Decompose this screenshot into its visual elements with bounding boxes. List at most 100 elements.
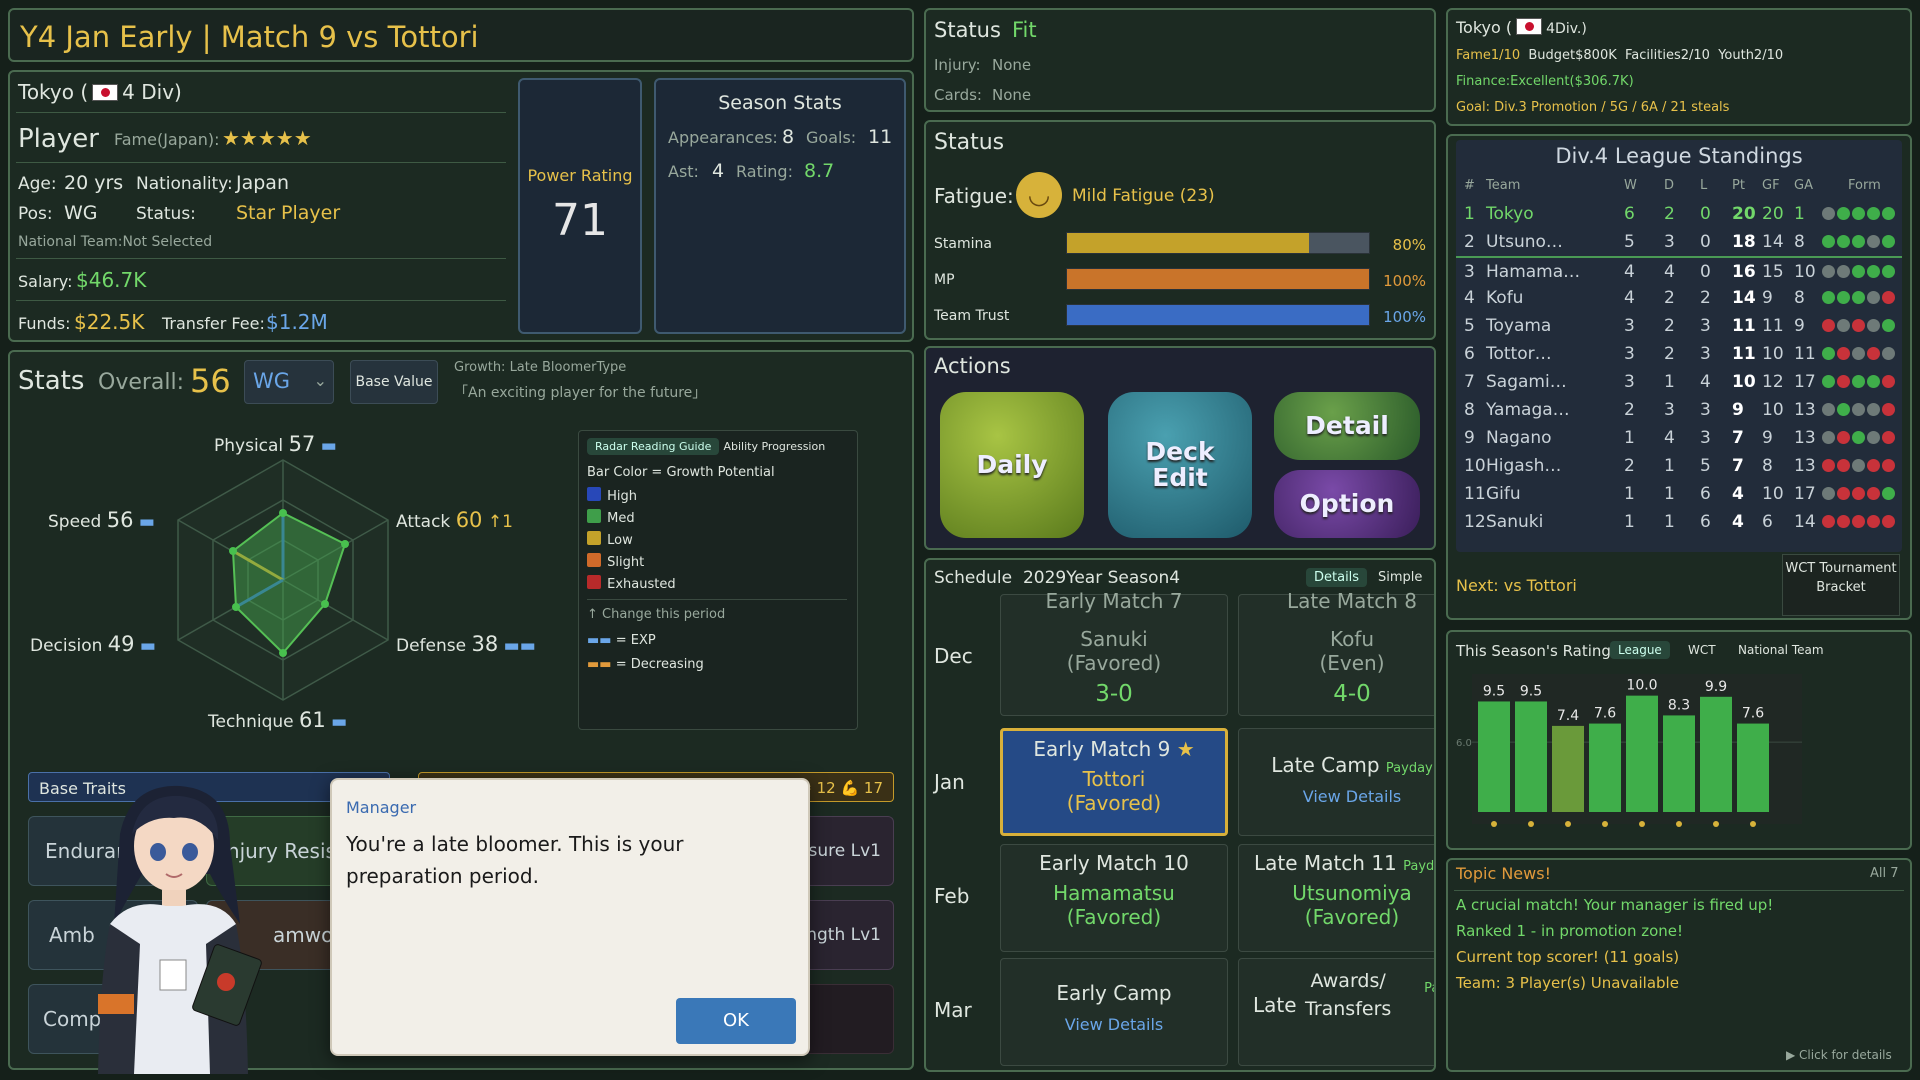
- table-row[interactable]: 10 Higash… 2 1 5 7 8 13: [1456, 452, 1902, 480]
- rating-bar: [1589, 723, 1621, 812]
- rating-bar-label: 10.0: [1626, 678, 1657, 694]
- table-row[interactable]: 2 Utsuno… 5 3 0 18 14 8: [1456, 228, 1902, 256]
- tab-details[interactable]: Details: [1306, 568, 1368, 587]
- standings-header: # Team W D L Pt GF GA Form: [1456, 178, 1902, 198]
- news-more-link[interactable]: ▶ Click for details: [1786, 1048, 1892, 1062]
- tab-wct[interactable]: WCT: [1688, 643, 1716, 657]
- age-value: 20 yrs: [64, 172, 124, 194]
- standings-col-gf: GF: [1762, 178, 1780, 193]
- table-row[interactable]: 12 Sanuki 1 1 6 4 6 14: [1456, 508, 1902, 536]
- schedule-cell-dec-late[interactable]: Late Match 8 Kofu (Even) 4-0: [1238, 589, 1434, 716]
- loss-icon: [1837, 459, 1850, 472]
- standings-cell: 10: [1762, 344, 1784, 364]
- tab-ability-progression[interactable]: Ability Progression: [723, 440, 825, 453]
- standings-cell: 9: [1794, 316, 1805, 336]
- nationality-value: Japan: [236, 172, 289, 194]
- win-icon: [1882, 265, 1895, 278]
- schedule-cell-mar-late[interactable]: Late Awards/Transfers Payday: [1238, 958, 1434, 1066]
- month-feb: Feb: [934, 884, 970, 908]
- rating-bar-label: 9.5: [1520, 683, 1542, 699]
- standings-cell: 3: [1664, 232, 1675, 252]
- rating-bar-chart: 6.0 9.5 9.5 7.4 7.6 10.0 8.3 9.9 7.6: [1456, 674, 1802, 827]
- radar-legend: Radar Reading Guide Ability Progression …: [578, 430, 858, 730]
- position-select[interactable]: WG ⌄: [244, 360, 334, 404]
- table-row[interactable]: 8 Yamaga… 2 3 3 9 10 13: [1456, 396, 1902, 424]
- standings-cell: 9: [1732, 400, 1744, 420]
- schedule-cell-feb-early[interactable]: Early Match 10 Hamamatsu (Favored): [1000, 844, 1228, 952]
- win-icon: [1822, 347, 1835, 360]
- loss-icon: [1882, 403, 1895, 416]
- daily-button[interactable]: Daily: [940, 392, 1084, 538]
- deck-edit-button[interactable]: Deck Edit: [1108, 392, 1252, 538]
- standings-cell: 5: [1464, 316, 1475, 336]
- dialog-message: You're a late bloomer. This is your prep…: [346, 832, 684, 888]
- news-item[interactable]: Current top scorer! (11 goals): [1456, 948, 1679, 966]
- standings-cell: 14: [1732, 288, 1756, 308]
- form-dots: [1822, 396, 1897, 424]
- loss-icon: [1837, 375, 1850, 388]
- loss-icon: [1867, 515, 1880, 528]
- schedule-cell-mar-early[interactable]: Early Camp View Details: [1000, 958, 1228, 1066]
- table-row[interactable]: 7 Sagami… 3 1 4 10 12 17: [1456, 368, 1902, 396]
- rating-bar-label: 9.9: [1705, 679, 1727, 695]
- schedule-cell-feb-late[interactable]: Late Match 11 Payday Utsunomiya (Favored…: [1238, 844, 1434, 952]
- smiley-icon: ◡: [1016, 172, 1062, 218]
- view-details-link: View Details: [1302, 787, 1402, 806]
- physical-stat: Physical 57 ▬: [214, 432, 337, 456]
- schedule-cell-jan-late[interactable]: Late Camp Payday View Details: [1238, 728, 1434, 836]
- tab-radar-guide[interactable]: Radar Reading Guide: [587, 438, 720, 455]
- win-icon: [1852, 235, 1865, 248]
- funds-label: Funds:: [18, 314, 71, 333]
- standings-cell: Sagami…: [1486, 372, 1567, 392]
- standings-cell: 11: [1794, 344, 1816, 364]
- tab-simple[interactable]: Simple: [1378, 570, 1422, 585]
- loss-icon: [1852, 487, 1865, 500]
- standings-cell: Utsuno…: [1486, 232, 1563, 252]
- schedule-cell-dec-early[interactable]: Early Match 7 Sanuki (Favored) 3-0: [1000, 589, 1228, 716]
- loss-icon: [1852, 515, 1865, 528]
- assists-label: Ast:: [668, 162, 699, 181]
- news-count[interactable]: All 7: [1870, 866, 1899, 881]
- attack-stat: Attack 60 ↑1: [396, 508, 513, 532]
- table-row[interactable]: 4 Kofu 4 2 2 14 9 8: [1456, 284, 1902, 312]
- loss-icon: [1822, 515, 1835, 528]
- radar-chart: [177, 459, 389, 701]
- goal-marker-icon: [1750, 821, 1756, 827]
- table-row[interactable]: 11 Gifu 1 1 6 4 10 17: [1456, 480, 1902, 508]
- ok-button[interactable]: OK: [676, 998, 796, 1044]
- news-item[interactable]: Ranked 1 - in promotion zone!: [1456, 922, 1683, 940]
- draw-icon: [1822, 207, 1835, 220]
- trust-bar: [1066, 304, 1370, 326]
- wct-bracket-button[interactable]: WCT Tournament Bracket: [1782, 554, 1900, 616]
- club-finance: Finance:Excellent($306.7K): [1456, 74, 1634, 89]
- option-button[interactable]: Option: [1274, 470, 1420, 538]
- pos-value: WG: [64, 202, 98, 224]
- standings-cell: 1: [1664, 512, 1675, 532]
- win-icon: [1822, 375, 1835, 388]
- table-row[interactable]: 5 Toyama 3 2 3 11 11 9: [1456, 312, 1902, 340]
- tab-league[interactable]: League: [1610, 641, 1670, 659]
- schedule-cell-jan-early-current[interactable]: Early Match 9 ★ Tottori (Favored): [1000, 728, 1228, 836]
- standings-cell: 6: [1700, 484, 1711, 504]
- standings-cell: 2: [1664, 344, 1675, 364]
- win-icon: [1852, 291, 1865, 304]
- schedule-title: Schedule 2029Year Season4: [934, 568, 1181, 588]
- tab-national-team[interactable]: National Team: [1738, 643, 1824, 657]
- standings-cell: 2: [1664, 204, 1675, 224]
- table-row[interactable]: 6 Tottor… 3 2 3 11 10 11: [1456, 340, 1902, 368]
- table-row[interactable]: 3 Hamama… 4 4 0 16 15 10: [1456, 256, 1902, 284]
- rating-bar: [1626, 695, 1658, 812]
- base-value-button[interactable]: Base Value: [350, 360, 438, 404]
- rating-bar: [1737, 723, 1769, 812]
- win-icon: [1837, 403, 1850, 416]
- rating-bar: [1552, 725, 1584, 812]
- detail-button[interactable]: Detail: [1274, 392, 1420, 460]
- table-row[interactable]: 1 Tokyo 6 2 0 20 20 1: [1456, 200, 1902, 228]
- standings-cell: 3: [1624, 372, 1635, 392]
- rating-bar: [1478, 701, 1510, 812]
- news-item[interactable]: A crucial match! Your manager is fired u…: [1456, 896, 1773, 914]
- table-row[interactable]: 9 Nagano 1 4 3 7 9 13: [1456, 424, 1902, 452]
- standings-cell: 9: [1464, 428, 1475, 448]
- win-icon: [1852, 431, 1865, 444]
- news-item[interactable]: Team: 3 Player(s) Unavailable: [1456, 974, 1679, 992]
